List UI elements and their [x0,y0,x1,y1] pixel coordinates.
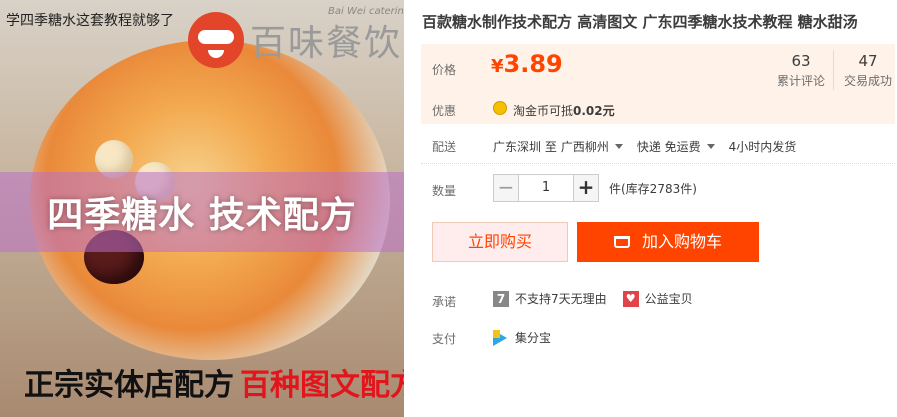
ship-label: 配送 [432,140,457,154]
price-value: ¥3.89 [491,50,563,78]
chevron-down-icon [614,144,623,149]
qty-input[interactable]: 1 [519,174,573,202]
jifenbao-icon [493,329,507,346]
ship-to: 广西柳州 [560,140,609,154]
reviews-count: 63 [791,52,811,70]
price-panel: 价格 ¥3.89 63 累计评论 47 交易成功 [421,44,895,94]
seven-day-icon: 7 [493,290,509,307]
stat-divider [833,50,834,90]
add-cart-label: 加入购物车 [641,232,722,251]
promo-row: 优惠 淘金币可抵0.02元 [421,94,895,124]
product-image[interactable]: 学四季糖水这套教程就够了 百味餐饮 Bai Wei catering 四季糖水 … [0,0,404,417]
banner-text: 四季糖水 技术配方 [47,195,357,236]
promise-label: 承诺 [432,295,457,309]
sales-stat: 47 交易成功 [841,52,895,89]
promo-text-main: 淘金币可抵 [513,104,574,118]
promo-value: 0.02元 [573,104,615,118]
promise-text[interactable]: 不支持7天无理由 [515,290,607,307]
reviews-label: 累计评论 [776,74,825,88]
sales-label: 交易成功 [843,74,892,88]
shipping-row: 广东深圳 至 广西柳州 快递 免运费 4小时内发货 [493,138,796,155]
currency-symbol: ¥ [491,56,504,77]
add-to-cart-button[interactable]: 加入购物车 [577,222,759,262]
bottom-text-black: 正宗实体店配方 [24,368,234,403]
stock-text: 件(库存2783件) [609,181,697,196]
ship-method-dropdown[interactable]: 快递 免运费 [637,138,725,155]
ship-to-dropdown[interactable]: 广西柳州 [561,138,633,155]
image-caption: 学四季糖水这套教程就够了 [6,13,174,29]
image-bottom-text: 正宗实体店配方 百种图文配方 [24,360,404,404]
gold-coin-icon [493,101,507,115]
quantity-stepper: − 1 + 件(库存2783件) [493,174,697,202]
qty-decrease-button[interactable]: − [493,174,519,202]
chevron-down-icon [706,144,715,149]
reviews-stat[interactable]: 63 累计评论 [775,52,827,89]
logo-text: 百味餐饮 [250,23,403,64]
divider [421,163,895,164]
product-title: 百款糖水制作技术配方 高清图文 广东四季糖水技术教程 糖水甜汤 [422,13,858,31]
ship-time: 4小时内发货 [728,140,797,154]
logo-subtext: Bai Wei catering [328,6,404,17]
pay-method[interactable]: 集分宝 [515,329,551,346]
payment-row: 集分宝 [493,329,551,346]
buy-now-button[interactable]: 立即购买 [432,222,568,262]
promo-text: 淘金币可抵0.02元 [513,102,615,119]
price-number: 3.89 [503,50,563,78]
price-label: 价格 [432,63,457,77]
brand-logo: 百味餐饮 Bai Wei catering [188,6,404,68]
image-banner: 四季糖水 技术配方 [0,172,404,252]
ship-method: 快递 免运费 [636,140,701,154]
promo-label: 优惠 [432,104,457,118]
ship-from: 广东深圳 至 [493,140,557,154]
qty-increase-button[interactable]: + [573,174,599,202]
promise-row: 7 不支持7天无理由 ♥ 公益宝贝 [493,290,693,307]
charity-text[interactable]: 公益宝贝 [645,290,693,307]
sales-count: 47 [858,52,878,70]
heart-icon: ♥ [622,290,639,307]
cart-icon [613,236,630,248]
qty-label: 数量 [432,184,457,198]
pay-label: 支付 [432,332,457,346]
bottom-text-red: 百种图文配方 [240,368,404,403]
mascot-icon [188,12,244,68]
